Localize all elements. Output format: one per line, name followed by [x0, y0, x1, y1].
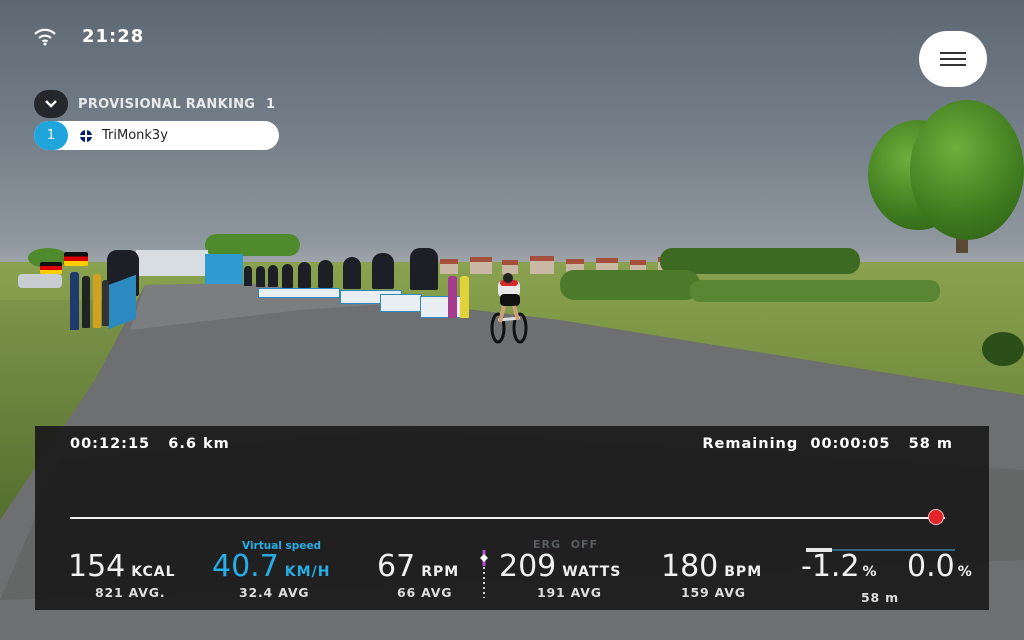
rank-position: 1 [34, 121, 68, 150]
distance-covered: 6.6 km [168, 436, 230, 452]
calories-value: 154 [68, 549, 126, 584]
spectator [82, 276, 90, 328]
slope-current-value: -1.2 [801, 549, 860, 584]
slope-next: 0.0% [907, 552, 973, 587]
speed-value: 40.7 [212, 549, 279, 584]
power-unit: WATTS [562, 564, 622, 580]
spectator [93, 274, 101, 328]
remaining-distance: 58 m [908, 436, 953, 452]
ranking-title: PROVISIONAL RANKING [78, 96, 256, 112]
flag-banner [256, 266, 265, 287]
flag [40, 262, 62, 274]
heart-rate-unit: BPM [724, 564, 763, 580]
calories-metric: 154 KCAL 821 AVG. [68, 549, 176, 601]
wifi-icon [34, 28, 56, 45]
uk-flag-icon [80, 129, 92, 142]
barrier-board [380, 294, 422, 312]
spectator [70, 272, 79, 330]
flag-banner [410, 248, 438, 290]
elapsed-time: 00:12:15 [70, 436, 151, 452]
progress-marker [928, 509, 945, 525]
speed-unit: KM/H [284, 564, 331, 580]
chevron-down-icon[interactable] [34, 90, 68, 118]
slope-next-value: 0.0 [907, 549, 955, 584]
clock: 21:28 [82, 26, 145, 47]
heart-rate-value: 180 [661, 549, 719, 584]
slope-distance: 58 m [861, 590, 899, 605]
calories-avg: 821 AVG. [95, 585, 166, 600]
spectator [460, 276, 469, 318]
heart-rate-avg: 159 AVG [681, 585, 746, 600]
status-bar: 21:28 [34, 26, 144, 47]
metrics-panel: 00:12:15 6.6 km Remaining 00:00:05 58 m … [35, 426, 989, 610]
rider-name: TriMonk3y [102, 128, 168, 143]
flag-banner [298, 262, 311, 288]
start-gate [205, 254, 243, 284]
flag-banner [343, 257, 361, 289]
barrier-board [420, 296, 464, 318]
slope-current: -1.2% [801, 552, 878, 587]
remaining-time: 00:00:05 [810, 436, 891, 452]
ranking-row[interactable]: 1 TriMonk3y [34, 121, 279, 150]
remaining-label: Remaining [702, 436, 799, 452]
calories-unit: KCAL [131, 564, 176, 580]
cadence-metric: 67 RPM 66 AVG [377, 549, 460, 601]
speed-avg: 32.4 AVG [239, 585, 310, 600]
flag [64, 252, 88, 266]
progress-track [70, 517, 945, 519]
car [18, 274, 62, 288]
slope-next-unit: % [957, 564, 973, 580]
cyclist [490, 273, 528, 344]
hamburger-icon [940, 48, 966, 70]
flag-banner [268, 265, 278, 287]
spectator [102, 280, 109, 326]
ranking-header[interactable]: PROVISIONAL RANKING 1 [34, 90, 279, 118]
flag-banner [282, 264, 293, 288]
power-metric: 209 WATTS 191 AVG [499, 549, 622, 601]
speed-metric: 40.7 KM/H 32.4 AVG [212, 549, 331, 601]
power-avg: 191 AVG [537, 585, 602, 600]
flag-banner [244, 266, 252, 286]
cadence-value: 67 [377, 549, 416, 584]
cadence-avg: 66 AVG [397, 585, 453, 600]
spectator [448, 276, 457, 318]
building [136, 250, 208, 276]
power-value: 209 [499, 549, 557, 584]
flag-banner [372, 253, 394, 289]
cadence-unit: RPM [421, 564, 460, 580]
remaining-info: Remaining 00:00:05 58 m [702, 436, 953, 452]
erg-gauge [480, 550, 488, 598]
menu-button[interactable] [919, 31, 987, 87]
erg-state: OFF [570, 538, 599, 551]
slope-current-unit: % [862, 564, 878, 580]
ranking-count: 1 [265, 96, 275, 112]
flag-banner [318, 260, 333, 288]
elapsed-info: 00:12:15 6.6 km [70, 436, 230, 452]
heart-rate-metric: 180 BPM 159 AVG [661, 549, 763, 601]
barrier-board [258, 288, 340, 298]
